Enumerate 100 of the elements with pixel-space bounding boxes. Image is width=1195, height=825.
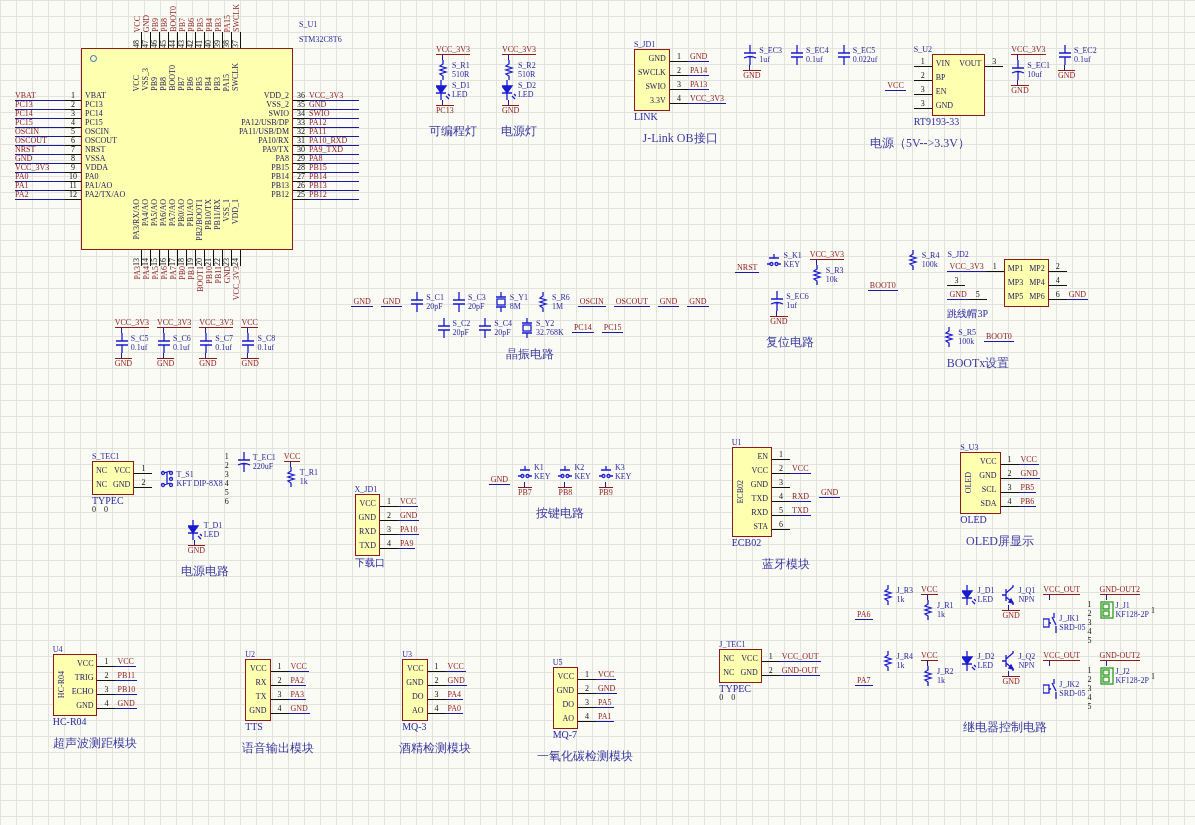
pin-number: 3 <box>1087 618 1092 627</box>
circuit-title: 语音输出模块 <box>241 740 314 757</box>
net-label: PA7 <box>169 266 178 280</box>
net-label: GND <box>743 70 761 80</box>
pin: 28 <box>293 164 309 173</box>
part-value: 1k <box>896 661 906 670</box>
part-designator: S_R4 <box>921 251 940 260</box>
pin: 17 <box>169 250 178 266</box>
part-designator: U5 <box>552 658 563 667</box>
net-label: PA12 <box>309 119 359 128</box>
part-value: 8M <box>509 302 522 311</box>
pin-name: NC <box>723 653 735 665</box>
pin-name: PA2/TX/AO <box>85 190 126 199</box>
part-value: STM32C8T6 <box>299 35 343 44</box>
part-value: TTS <box>245 721 263 732</box>
pin-name: PB10/TX <box>204 199 213 230</box>
pin-number: 4 <box>224 479 229 488</box>
pin: 3 <box>270 690 289 700</box>
pin: 1 <box>772 450 791 460</box>
net-label: GND <box>15 155 65 164</box>
pin-name: MP2 <box>1029 263 1045 275</box>
part-designator: S_EC6 <box>786 292 809 301</box>
pin: 35 <box>293 101 309 110</box>
part-designator: U3 <box>402 650 412 659</box>
part-value: KEY <box>783 260 801 269</box>
pin: 4 <box>427 704 446 714</box>
pin-name: PA11/USB/DM <box>238 127 289 136</box>
net-label: VCC_3V3 <box>501 45 537 55</box>
part-designator: S_U3 <box>960 443 979 452</box>
pin-number: 5 <box>1087 636 1092 645</box>
pin: 22 <box>214 250 223 266</box>
pin-name: PB3 <box>213 77 222 91</box>
transistor-icon <box>1002 651 1017 671</box>
pin-name: DO <box>562 699 574 711</box>
net-label: GND <box>351 297 373 307</box>
net-label: PA10 <box>397 525 420 535</box>
pin-name: PB13 <box>271 181 289 190</box>
pin: 3 <box>669 80 688 90</box>
net-label: BOOT0 <box>169 6 178 32</box>
pin-number: 0 <box>103 506 108 514</box>
part-value: LED <box>203 530 221 539</box>
pin-name: TXD <box>359 540 376 552</box>
pin-name: PB12 <box>271 190 289 199</box>
pin-number: 5 <box>1087 702 1092 711</box>
part-value: LED <box>517 90 535 99</box>
pin: 1 <box>913 57 932 67</box>
part-value: KEY <box>614 472 632 481</box>
net-label: VBAT <box>15 92 65 101</box>
pin-name: GND <box>556 685 574 697</box>
net-label: GND <box>1011 85 1029 95</box>
part-designator: U4 <box>52 645 63 654</box>
pin-name: GND <box>406 677 424 689</box>
net-label: PA7 <box>855 676 873 686</box>
circuit-title: 蓝牙模块 <box>762 556 810 573</box>
net-label: PA14 <box>687 66 710 76</box>
part-designator: J_D1 <box>977 586 995 595</box>
net-label: PA4 <box>445 690 463 700</box>
pin-name: PB8 <box>159 77 168 91</box>
part-designator: S_Y1 <box>509 293 528 302</box>
pin: 2 <box>1048 262 1067 272</box>
part-value: 0.1uf <box>1074 55 1092 64</box>
net-label: PB7 <box>518 487 532 497</box>
circuit-title: 电源灯 <box>501 123 537 140</box>
part-designator: J_JK2 <box>1059 679 1081 689</box>
net-label: PC13 <box>435 105 454 115</box>
net-label: SWCLK <box>232 4 241 32</box>
part-value: KF128-2P <box>1115 676 1149 685</box>
net-label: PB6 <box>187 18 196 32</box>
pin: 4 <box>578 712 596 722</box>
pin-number: 1 <box>1087 666 1092 675</box>
net-label: PA10_RXD <box>309 137 359 146</box>
pin-name: VSS_3 <box>141 68 150 91</box>
capacitor-icon <box>1011 60 1026 80</box>
pin-name: VSSA <box>85 154 107 163</box>
net-label: VCC_OUT <box>779 652 821 662</box>
pin-name: PB6 <box>186 77 195 91</box>
pin: 1 <box>427 662 446 672</box>
pin: 2 <box>761 666 780 676</box>
pin-name: VDD_1 <box>231 199 240 225</box>
pin: 3 <box>1000 483 1019 493</box>
net-label: GND <box>1066 290 1089 300</box>
pin: 1 <box>134 464 153 474</box>
net-label: PB3 <box>214 18 223 32</box>
net-label: PA1 <box>596 712 614 722</box>
part-designator: S_C7 <box>215 334 233 343</box>
part-designator: S_Y2 <box>536 319 556 328</box>
net-label: PC15 <box>601 323 624 333</box>
pin-number: 5 <box>224 488 229 497</box>
net-label: GND <box>397 511 420 521</box>
pin: 36 <box>293 92 309 101</box>
net-label: GND <box>501 105 520 115</box>
net-label: PC14 <box>15 110 65 119</box>
net-label: BOOT1 <box>196 266 205 292</box>
part-designator: S_R3 <box>825 266 844 275</box>
net-label: VCC_3V3 <box>947 262 986 272</box>
part-value: 0.022uf <box>852 55 878 64</box>
pin-name: PB7 <box>177 77 186 91</box>
net-label: BOOT0 <box>984 332 1014 342</box>
part-designator: U1 <box>731 438 742 447</box>
capacitor-icon <box>743 45 758 65</box>
